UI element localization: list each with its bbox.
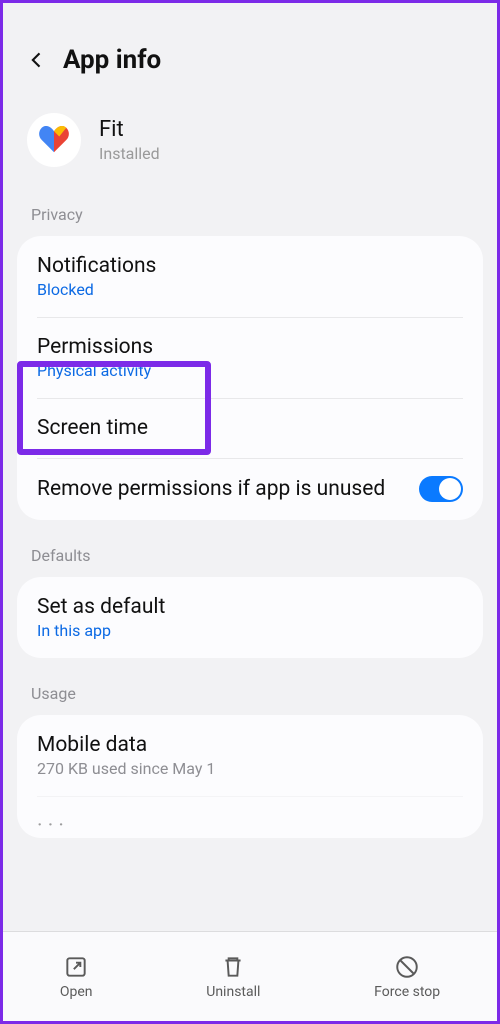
remove-perms-row[interactable]: Remove permissions if app is unused — [17, 458, 483, 520]
set-default-row[interactable]: Set as default In this app — [17, 577, 483, 658]
force-stop-label: Force stop — [374, 984, 440, 1000]
app-name: Fit — [99, 117, 160, 142]
remove-perms-toggle[interactable] — [419, 476, 463, 502]
mobile-data-title: Mobile data — [37, 733, 463, 757]
mobile-data-sub: 270 KB used since May 1 — [37, 759, 463, 778]
app-status: Installed — [99, 144, 160, 163]
privacy-card: Notifications Blocked Permissions Physic… — [17, 236, 483, 520]
google-fit-heart-icon — [38, 126, 70, 154]
trash-icon — [220, 954, 246, 980]
bottom-bar: Open Uninstall Force stop — [3, 931, 497, 1021]
force-stop-icon — [394, 954, 420, 980]
set-default-title: Set as default — [37, 595, 463, 619]
permissions-title: Permissions — [37, 335, 463, 359]
force-stop-button[interactable]: Force stop — [374, 954, 440, 1000]
app-summary: Fit Installed — [17, 105, 483, 197]
remove-perms-title: Remove permissions if app is unused — [37, 477, 401, 501]
defaults-card: Set as default In this app — [17, 577, 483, 658]
screen-time-row[interactable]: Screen time — [17, 398, 483, 458]
mobile-data-row[interactable]: Mobile data 270 KB used since May 1 — [17, 715, 483, 796]
back-icon[interactable] — [27, 50, 47, 70]
notifications-row[interactable]: Notifications Blocked — [17, 236, 483, 317]
page-title: App info — [63, 45, 161, 75]
cutoff-row: · · · — [17, 796, 483, 838]
open-icon — [63, 954, 89, 980]
uninstall-button[interactable]: Uninstall — [206, 954, 260, 1000]
open-button[interactable]: Open — [60, 954, 93, 1000]
notifications-title: Notifications — [37, 254, 463, 278]
screen-time-title: Screen time — [37, 416, 463, 440]
section-label-privacy: Privacy — [17, 197, 483, 236]
uninstall-label: Uninstall — [206, 984, 260, 1000]
usage-card: Mobile data 270 KB used since May 1 · · … — [17, 715, 483, 838]
section-label-usage: Usage — [17, 676, 483, 715]
permissions-sub: Physical activity — [37, 361, 463, 380]
notifications-sub: Blocked — [37, 280, 463, 299]
section-label-defaults: Defaults — [17, 538, 483, 577]
open-label: Open — [60, 984, 93, 1000]
permissions-row[interactable]: Permissions Physical activity — [17, 317, 483, 398]
app-icon — [27, 113, 81, 167]
set-default-sub: In this app — [37, 621, 463, 640]
